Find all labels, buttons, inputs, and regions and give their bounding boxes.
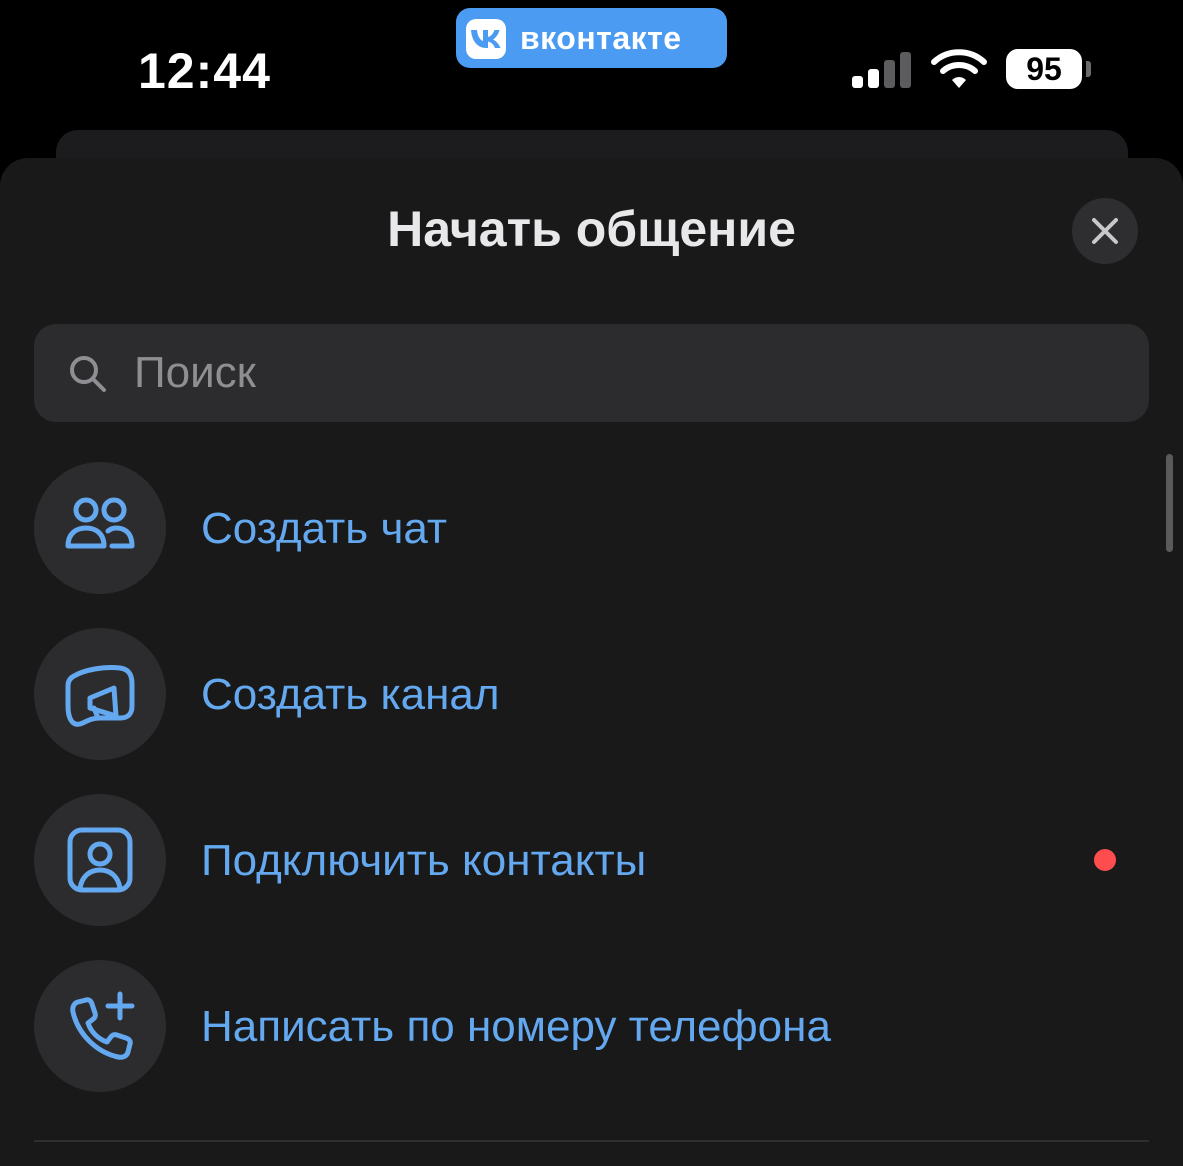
menu-item-connect-contacts[interactable]: Подключить контакты — [0, 794, 1183, 934]
close-icon — [1092, 218, 1118, 244]
menu-item-label: Создать канал — [201, 670, 500, 719]
search-field[interactable] — [34, 324, 1149, 422]
contact-card-icon — [34, 794, 166, 926]
menu-item-create-chat[interactable]: Создать чат — [0, 462, 1183, 602]
vk-logo-icon — [466, 19, 506, 59]
phone-add-icon — [34, 960, 166, 1092]
search-input[interactable] — [134, 324, 1114, 422]
menu-item-write-by-phone[interactable]: Написать по номеру телефона — [0, 960, 1183, 1100]
divider — [34, 1140, 1149, 1142]
battery-level: 95 — [1026, 51, 1062, 87]
battery-indicator: 95 — [1006, 49, 1082, 89]
battery-cap — [1086, 61, 1091, 77]
close-button[interactable] — [1072, 198, 1138, 264]
people-icon — [34, 462, 166, 594]
menu-item-label: Подключить контакты — [201, 836, 647, 885]
start-conversation-sheet: Начать общение Создать чат — [0, 158, 1183, 1166]
menu-item-label: Написать по номеру телефона — [201, 1002, 831, 1051]
notification-dot — [1094, 849, 1116, 871]
search-icon — [68, 354, 108, 399]
sheet-title: Начать общение — [387, 201, 796, 257]
status-bar: 12:44 вконтакте 95 — [0, 0, 1183, 130]
channel-megaphone-icon — [34, 628, 166, 760]
menu-item-create-channel[interactable]: Создать канал — [0, 628, 1183, 768]
app-indicator-pill[interactable]: вконтакте — [456, 8, 727, 68]
wifi-icon — [931, 48, 987, 95]
menu-item-label: Создать чат — [201, 504, 448, 553]
status-time: 12:44 — [138, 43, 271, 99]
cellular-signal-icon — [850, 50, 914, 95]
app-name-label: вконтакте — [520, 20, 682, 56]
